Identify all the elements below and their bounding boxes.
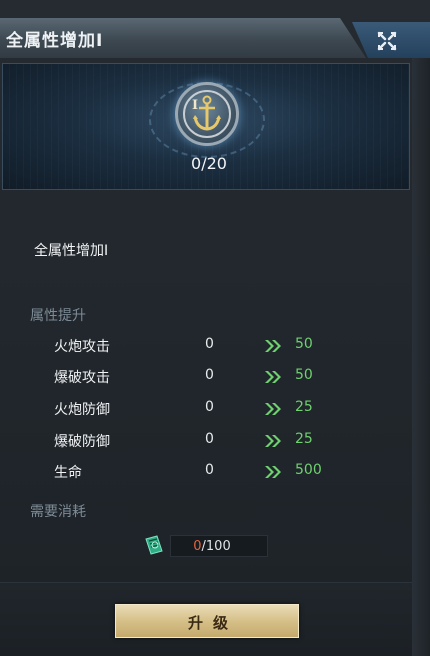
cost-amount: 0/100 [171,539,253,554]
attribute-current-value: 0 [205,336,214,352]
double-chevron-right-icon [265,340,281,352]
book-item-icon[interactable] [143,534,165,556]
skill-panel: 全属性增加I I 0/20 全属性增加I 属性提升 火炮攻击 0 50 爆破攻击… [0,0,430,656]
attribute-name: 火炮攻击 [54,339,110,355]
attribute-row: 爆破防御 0 25 [0,431,430,451]
double-chevron-right-icon [265,435,281,447]
double-chevron-right-icon [265,466,281,478]
attribute-row: 火炮攻击 0 50 [0,336,430,356]
attribute-name: 火炮防御 [54,402,110,418]
attribute-current-value: 0 [205,431,214,447]
attribute-next-value: 25 [295,431,313,447]
attribute-next-value: 50 [295,336,313,352]
panel-title: 全属性增加I [6,31,104,51]
attributes-label: 属性提升 [30,308,86,324]
skill-name: 全属性增加I [34,243,109,259]
level-progress: 0/20 [191,154,227,173]
attribute-next-value: 500 [295,462,322,478]
panel-edge [412,58,430,656]
attribute-next-value: 50 [295,367,313,383]
cost-label: 需要消耗 [30,504,86,520]
attribute-current-value: 0 [205,462,214,478]
attribute-name: 爆破攻击 [54,370,110,386]
cost-owned: 0 [193,539,202,554]
upgrade-button-label: 升级 [187,614,238,632]
upgrade-button[interactable]: 升级 [115,604,299,638]
attribute-row: 爆破攻击 0 50 [0,367,430,387]
skill-banner: I 0/20 [2,63,410,190]
attribute-name: 爆破防御 [54,434,110,450]
attribute-row: 生命 0 500 [0,462,430,482]
attribute-name: 生命 [54,465,82,481]
cost-required: /100 [201,539,231,554]
double-chevron-right-icon [265,403,281,415]
close-icon[interactable] [376,30,398,52]
attribute-current-value: 0 [205,367,214,383]
cost-amount-box: 0/100 [170,535,268,557]
attribute-current-value: 0 [205,399,214,415]
attribute-row: 火炮防御 0 25 [0,399,430,419]
attribute-next-value: 25 [295,399,313,415]
double-chevron-right-icon [265,371,281,383]
skill-medal [175,82,239,146]
medal-rank-numeral: I [192,98,199,113]
title-bar: 全属性增加I [0,18,430,58]
